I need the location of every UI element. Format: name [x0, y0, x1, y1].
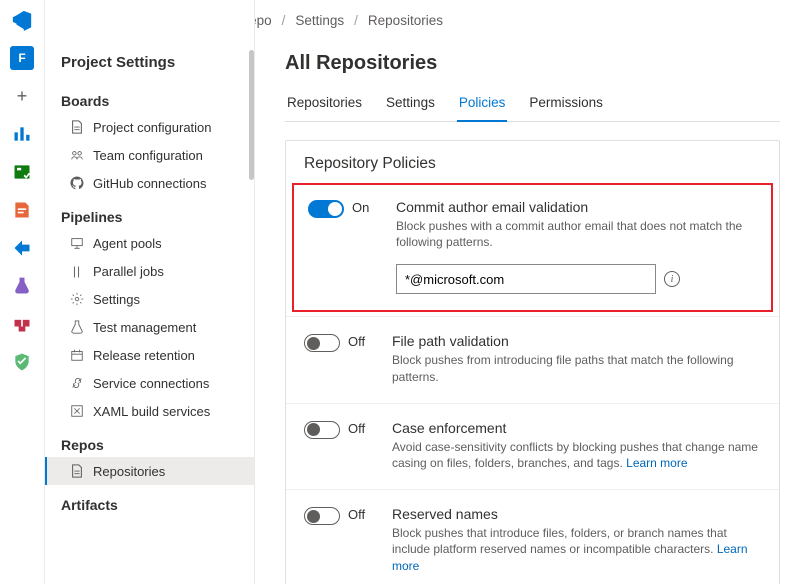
toggle-state-label: On: [352, 200, 369, 215]
pipelines-icon[interactable]: [10, 236, 34, 260]
boards-icon[interactable]: [10, 160, 34, 184]
page-title: All Repositories: [285, 52, 780, 75]
sidebar-item-agent-pools[interactable]: Agent pools: [45, 229, 254, 257]
policy-description: Block pushes that introduce files, folde…: [392, 525, 761, 574]
sidebar-group-title: Artifacts: [45, 485, 254, 517]
sidebar-item-test-management[interactable]: Test management: [45, 313, 254, 341]
sidebar-item-label: GitHub connections: [93, 176, 206, 191]
policy-row: On Commit author email validation Block pu…: [292, 183, 773, 312]
learn-more-link[interactable]: Learn more: [626, 456, 687, 470]
policy-description: Avoid case-sensitivity conflicts by bloc…: [392, 439, 761, 471]
policy-title: File path validation: [392, 333, 761, 349]
sidebar-item-xaml-build-services[interactable]: XAML build services: [45, 397, 254, 425]
toggle-state-label: Off: [348, 421, 365, 436]
toggle-state-label: Off: [348, 507, 365, 522]
doc-icon: [69, 119, 85, 135]
tab-bar: Repositories Settings Policies Permissions: [285, 89, 780, 122]
panel-title: Repository Policies: [286, 141, 779, 179]
sidebar-item-label: Agent pools: [93, 236, 162, 251]
policy-title: Commit author email validation: [396, 199, 757, 215]
repos-icon[interactable]: [10, 198, 34, 222]
sidebar-item-label: Test management: [93, 320, 196, 335]
sidebar-group-title: Pipelines: [45, 197, 254, 229]
retention-icon: [69, 347, 85, 363]
sidebar-group-title: Boards: [45, 81, 254, 113]
sidebar-item-label: Parallel jobs: [93, 264, 164, 279]
project-avatar[interactable]: F: [10, 46, 34, 70]
policy-row: Off Case enforcement Avoid case-sensitivit…: [286, 403, 779, 489]
scrollbar-thumb[interactable]: [249, 50, 254, 180]
policy-row: Off File path validation Block pushes from…: [286, 316, 779, 402]
tab-policies[interactable]: Policies: [457, 89, 508, 122]
sidebar-item-settings[interactable]: Settings: [45, 285, 254, 313]
tab-repositories[interactable]: Repositories: [285, 89, 364, 121]
sidebar-item-label: Project configuration: [93, 120, 212, 135]
shield-icon[interactable]: [10, 350, 34, 374]
doc-icon: [69, 463, 85, 479]
sidebar-item-repositories[interactable]: Repositories: [45, 457, 254, 485]
agent-icon: [69, 235, 85, 251]
sidebar-item-label: Release retention: [93, 348, 195, 363]
breadcrumb-repositories[interactable]: Repositories: [368, 13, 443, 28]
policy-description: Block pushes with a commit author email …: [396, 218, 757, 250]
sidebar-group-title: Repos: [45, 425, 254, 457]
policy-toggle[interactable]: [304, 334, 340, 352]
sidebar-item-release-retention[interactable]: Release retention: [45, 341, 254, 369]
parallel-icon: ||: [69, 263, 85, 279]
policy-row: Off Reserved names Block pushes that intro…: [286, 489, 779, 584]
test-plans-icon[interactable]: [10, 274, 34, 298]
sidebar-item-service-connections[interactable]: Service connections: [45, 369, 254, 397]
policy-title: Reserved names: [392, 506, 761, 522]
global-nav-rail: F +: [0, 0, 45, 584]
sidebar-item-parallel-jobs[interactable]: || Parallel jobs: [45, 257, 254, 285]
tab-permissions[interactable]: Permissions: [527, 89, 605, 121]
team-cfg-icon: [69, 147, 85, 163]
xaml-icon: [69, 403, 85, 419]
sidebar-item-github-connections[interactable]: GitHub connections: [45, 169, 254, 197]
sidebar-item-label: Settings: [93, 292, 140, 307]
service-icon: [69, 375, 85, 391]
policy-toggle[interactable]: [308, 200, 344, 218]
main-content: All Repositories Repositories Settings Pol…: [255, 0, 800, 584]
sidebar-item-label: XAML build services: [93, 404, 210, 419]
sidebar-item-label: Repositories: [93, 464, 165, 479]
sidebar-item-team-configuration[interactable]: Team configuration: [45, 141, 254, 169]
tab-settings[interactable]: Settings: [384, 89, 437, 121]
dashboards-icon[interactable]: [10, 122, 34, 146]
info-icon[interactable]: i: [664, 271, 680, 287]
toggle-state-label: Off: [348, 334, 365, 349]
test-icon: [69, 319, 85, 335]
policy-description: Block pushes from introducing file paths…: [392, 352, 761, 384]
repository-policies-panel: Repository Policies On Commit author emai…: [285, 140, 780, 584]
azure-devops-logo-icon[interactable]: [10, 8, 34, 32]
artifacts-icon[interactable]: [10, 312, 34, 336]
gear-icon: [69, 291, 85, 307]
add-icon[interactable]: +: [10, 84, 34, 108]
policy-title: Case enforcement: [392, 420, 761, 436]
policy-toggle[interactable]: [304, 421, 340, 439]
sidebar-item-label: Team configuration: [93, 148, 203, 163]
policy-toggle[interactable]: [304, 507, 340, 525]
project-settings-sidebar: Project Settings Boards Project configura…: [45, 0, 255, 584]
email-pattern-input[interactable]: [396, 264, 656, 294]
sidebar-item-project-configuration[interactable]: Project configuration: [45, 113, 254, 141]
breadcrumb-settings[interactable]: Settings: [295, 13, 344, 28]
sidebar-item-label: Service connections: [93, 376, 209, 391]
github-icon: [69, 175, 85, 191]
sidebar-heading: Project Settings: [45, 48, 254, 81]
